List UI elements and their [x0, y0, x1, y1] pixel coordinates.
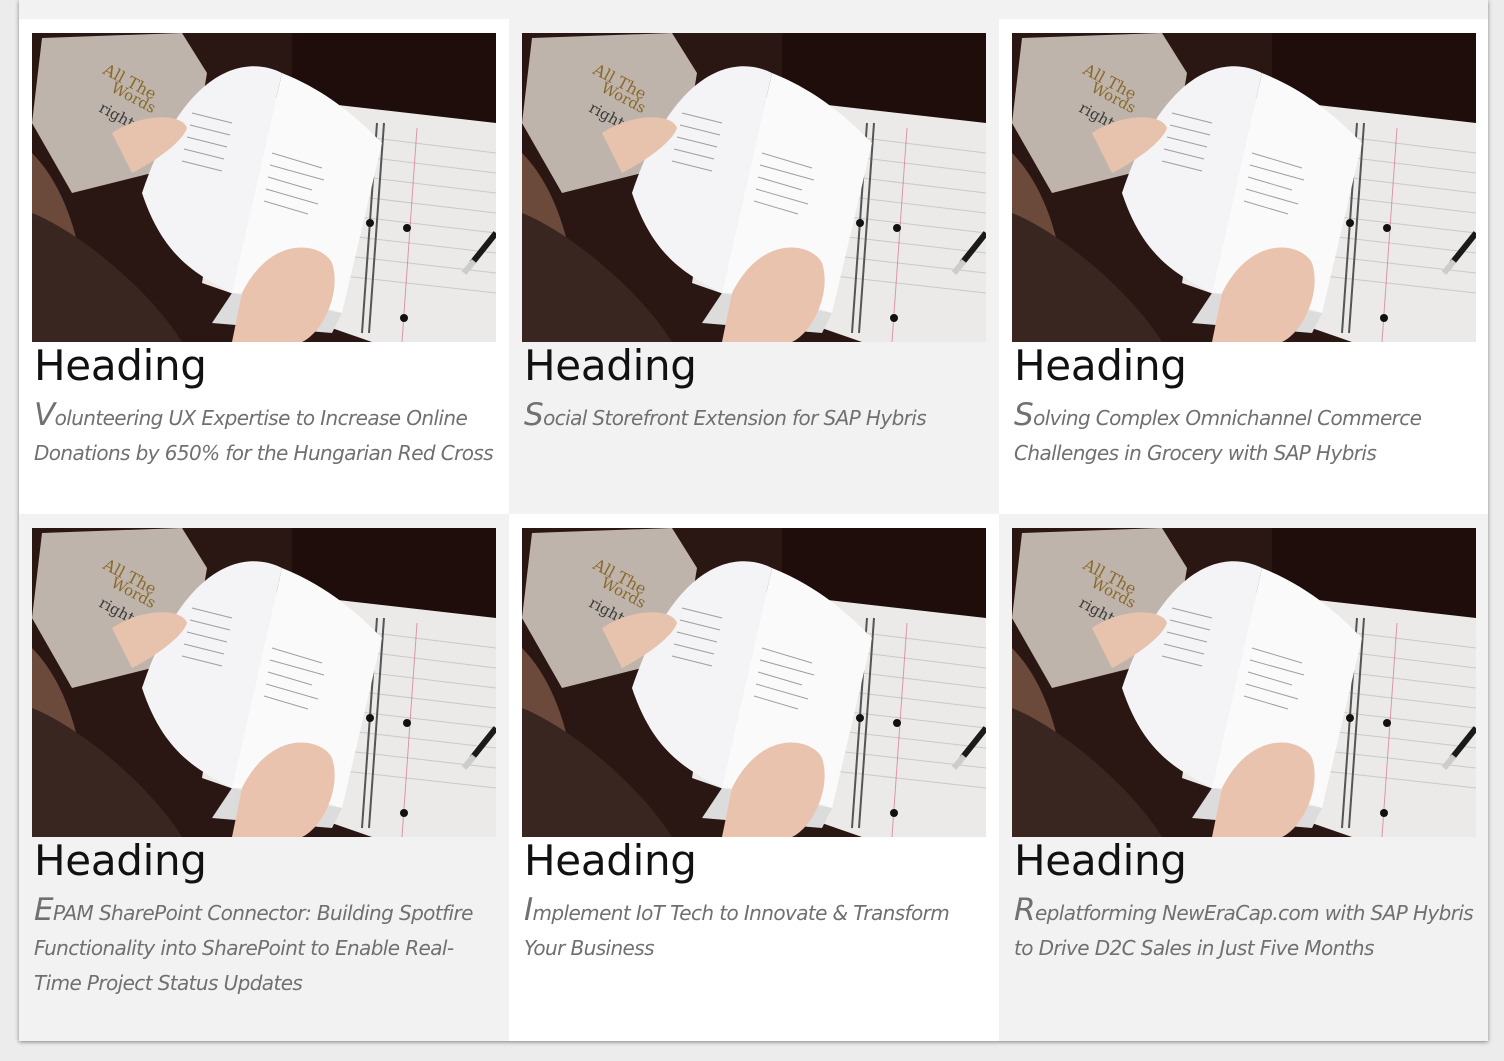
- card-heading: Heading: [1014, 341, 1187, 390]
- card-grid: Heading Volunteering UX Expertise to Inc…: [19, 19, 1488, 1041]
- book-notebook-photo-icon[interactable]: [1012, 528, 1476, 837]
- card-4[interactable]: Heading EPAM SharePoint Connector: Build…: [19, 514, 509, 1041]
- card-heading: Heading: [34, 341, 207, 390]
- card-2[interactable]: Heading Social Storefront Extension for …: [509, 19, 999, 514]
- book-notebook-photo-icon[interactable]: [522, 528, 986, 837]
- card-5[interactable]: Heading Implement IoT Tech to Innovate &…: [509, 514, 999, 1041]
- book-notebook-photo-icon[interactable]: [32, 33, 496, 342]
- card-heading: Heading: [1014, 836, 1187, 885]
- book-notebook-photo-icon[interactable]: [522, 33, 986, 342]
- card-heading: Heading: [524, 341, 697, 390]
- card-description[interactable]: Replatforming NewEraCap.com with SAP Hyb…: [1014, 892, 1475, 966]
- card-description[interactable]: EPAM SharePoint Connector: Building Spot…: [34, 892, 496, 1001]
- book-notebook-photo-icon[interactable]: [1012, 33, 1476, 342]
- card-heading: Heading: [34, 836, 207, 885]
- card-description[interactable]: Social Storefront Extension for SAP Hybr…: [524, 397, 986, 436]
- book-notebook-photo-icon[interactable]: [32, 528, 496, 837]
- card-description[interactable]: Implement IoT Tech to Innovate & Transfo…: [524, 892, 986, 966]
- card-description[interactable]: Solving Complex Omnichannel Commerce Cha…: [1014, 397, 1475, 471]
- card-heading: Heading: [524, 836, 697, 885]
- card-6[interactable]: Heading Replatforming NewEraCap.com with…: [999, 514, 1488, 1041]
- card-description[interactable]: Volunteering UX Expertise to Increase On…: [34, 397, 496, 471]
- card-3[interactable]: Heading Solving Complex Omnichannel Comm…: [999, 19, 1488, 514]
- card-1[interactable]: Heading Volunteering UX Expertise to Inc…: [19, 19, 509, 514]
- content-frame: Heading Volunteering UX Expertise to Inc…: [19, 0, 1488, 1041]
